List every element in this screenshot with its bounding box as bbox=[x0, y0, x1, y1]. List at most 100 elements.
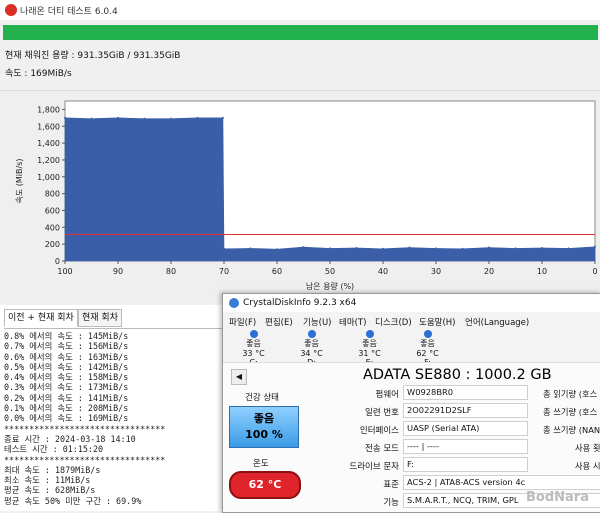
log-line: 0.7% 에서의 속도 : 156MiB/s bbox=[4, 341, 129, 352]
speed-data-point bbox=[488, 246, 490, 249]
x-tick-label: 40 bbox=[378, 267, 388, 276]
log-line: 0.8% 에서의 속도 : 145MiB/s bbox=[4, 331, 129, 341]
speed-data-point bbox=[276, 248, 278, 251]
serial-value: 2O02291D2SLF bbox=[403, 403, 528, 418]
y-tick-label: 800 bbox=[45, 190, 60, 199]
transfer-mode-label: 전송 모드 bbox=[365, 444, 399, 454]
log-line: ******************************** bbox=[4, 454, 166, 465]
speed-data-point bbox=[514, 247, 517, 250]
y-tick-label: 0 bbox=[55, 257, 60, 266]
speed-data-point bbox=[355, 246, 358, 249]
disk-temp: 34 °C bbox=[300, 348, 323, 358]
health-status-text: 좋음 bbox=[253, 412, 275, 425]
speed-data-point bbox=[382, 247, 384, 250]
speed-data-point bbox=[302, 246, 305, 249]
firmware-label: 펌웨어 bbox=[375, 390, 399, 400]
speed-data-point bbox=[223, 247, 225, 250]
tab-current-round[interactable]: 현재 회차 bbox=[78, 309, 122, 327]
y-tick-label: 1,400 bbox=[37, 139, 60, 148]
log-line: 최대 속도 : 1879MiB/s bbox=[4, 464, 101, 475]
standard-label: 표준 bbox=[383, 480, 399, 490]
menu-theme[interactable]: 테마(T) bbox=[339, 316, 366, 328]
speed-status: 속도 : 169MiB/s bbox=[5, 69, 72, 79]
health-dot-icon bbox=[249, 330, 258, 338]
disk-status: 좋음 bbox=[304, 339, 319, 348]
speed-data-point bbox=[221, 116, 224, 119]
y-tick-label: 1,800 bbox=[37, 105, 60, 114]
speed-data-point bbox=[170, 117, 172, 120]
speed-data-point bbox=[435, 247, 437, 250]
y-tick-label: 1,600 bbox=[37, 122, 60, 131]
y-tick-label: 1,200 bbox=[37, 156, 60, 165]
x-tick-label: 30 bbox=[431, 267, 441, 276]
power-on-count-label: 사용 횟 bbox=[575, 443, 600, 453]
health-dot-icon bbox=[307, 330, 316, 338]
y-tick-label: 600 bbox=[45, 206, 60, 215]
menu-function[interactable]: 기능(U) bbox=[303, 316, 332, 328]
disk-status: 좋음 bbox=[246, 339, 261, 348]
app-icon bbox=[5, 4, 17, 16]
log-line: 0.3% 에서의 속도 : 173MiB/s bbox=[4, 382, 129, 393]
log-line: 평균 속도 50% 미만 구간 : 69.9% bbox=[4, 495, 142, 506]
health-label: 건강 상태 bbox=[245, 393, 279, 403]
firmware-value: W0928BR0 bbox=[403, 385, 528, 400]
total-host-writes-label: 총 쓰기량 (호스 bbox=[543, 407, 598, 417]
title-bar: 나래온 더티 테스트 6.0.4 bbox=[0, 0, 600, 20]
capacity-status: 현재 채워진 용량 : 931.35GiB / 931.35GiB bbox=[5, 51, 181, 61]
power-on-hours-label: 사용 시 bbox=[575, 461, 600, 471]
log-line: 0.6% 에서의 속도 : 163MiB/s bbox=[4, 351, 129, 362]
window-title: 나래온 더티 테스트 6.0.4 bbox=[20, 7, 118, 17]
speed-data-point bbox=[64, 116, 66, 119]
x-axis-label: 남은 용량 (%) bbox=[306, 281, 354, 291]
menu-edit[interactable]: 편집(E) bbox=[265, 316, 293, 328]
menu-help[interactable]: 도움말(H) bbox=[419, 316, 455, 328]
drive-letter-value: F: bbox=[403, 457, 528, 472]
disk-status: 좋음 bbox=[420, 339, 435, 348]
x-tick-label: 100 bbox=[57, 267, 72, 276]
log-text: 0.8% 에서의 속도 : 145MiB/s 0.7% 에서의 속도 : 156M… bbox=[4, 328, 226, 506]
log-line: ******************************** bbox=[4, 423, 166, 434]
standard-value: ACS-2 | ATA8-ACS version 4c bbox=[403, 475, 600, 490]
speed-chart: 02004006008001,0001,2001,4001,6001,80010… bbox=[15, 100, 598, 291]
total-nand-writes-label: 총 쓰기량 (NAN bbox=[543, 425, 600, 435]
watermark-logo: BodNara bbox=[526, 490, 589, 505]
previous-disk-button[interactable]: ◀ bbox=[231, 369, 247, 385]
y-tick-label: 1,000 bbox=[37, 173, 60, 182]
speed-data-point bbox=[90, 117, 93, 120]
serial-label: 일련 번호 bbox=[365, 408, 399, 418]
health-dot-icon bbox=[365, 330, 374, 338]
speed-data-point bbox=[541, 246, 543, 249]
log-line: 평균 속도 : 628MiB/s bbox=[4, 485, 96, 496]
speed-data-point bbox=[143, 117, 146, 120]
total-host-reads-label: 총 읽기량 (호스 bbox=[543, 389, 598, 399]
y-tick-label: 400 bbox=[45, 223, 60, 232]
menu-file[interactable]: 파일(F) bbox=[229, 316, 256, 328]
speed-data-point bbox=[461, 247, 464, 250]
speed-data-point bbox=[249, 247, 252, 250]
speed-data-point bbox=[594, 245, 596, 248]
x-tick-label: 50 bbox=[325, 267, 335, 276]
x-tick-label: 80 bbox=[166, 267, 176, 276]
x-tick-label: 10 bbox=[537, 267, 547, 276]
log-line: 0.0% 에서의 속도 : 169MiB/s bbox=[4, 413, 129, 424]
log-line: 종료 시간 : 2024-03-18 14:10 bbox=[4, 433, 136, 444]
disk-model-title: ADATA SE880 : 1000.2 GB bbox=[363, 367, 552, 383]
menu-language[interactable]: 언어(Language) bbox=[465, 316, 529, 328]
x-tick-label: 90 bbox=[113, 267, 123, 276]
disk-temp: 33 °C bbox=[242, 348, 265, 358]
tab-previous-and-current[interactable]: 이전 + 현재 회차 bbox=[4, 309, 78, 327]
menu-disk[interactable]: 디스크(D) bbox=[375, 316, 412, 328]
speed-data-point bbox=[329, 247, 331, 250]
speed-data-point bbox=[408, 246, 411, 249]
temperature-label: 온도 bbox=[253, 459, 269, 469]
speed-data-point bbox=[117, 116, 119, 119]
speed-data-point bbox=[196, 116, 199, 119]
log-line: 0.4% 에서의 속도 : 158MiB/s bbox=[4, 372, 129, 383]
health-dot-icon bbox=[423, 330, 432, 338]
log-panel: 이전 + 현재 회차 현재 회차 0.8% 에서의 속도 : 145MiB/s 0… bbox=[0, 305, 228, 511]
disk-temp: 31 °C bbox=[358, 348, 381, 358]
cdi-app-icon bbox=[229, 298, 239, 308]
features-label: 기능 bbox=[383, 498, 399, 508]
cdi-menu-bar: 파일(F) 편집(E) 기능(U) 테마(T) 디스크(D) 도움말(H) 언어… bbox=[223, 314, 600, 328]
x-tick-label: 60 bbox=[272, 267, 282, 276]
